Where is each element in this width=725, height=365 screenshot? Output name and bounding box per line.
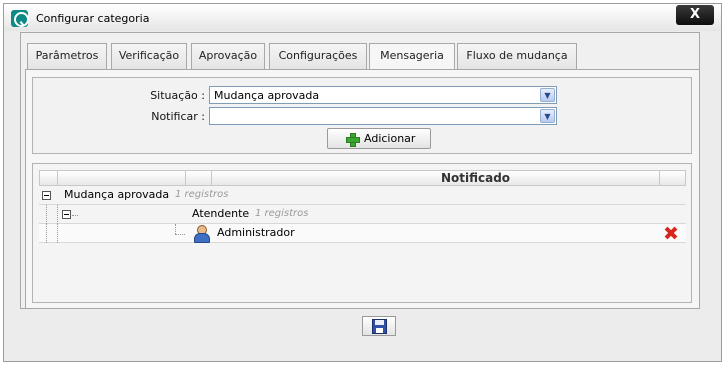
table-row[interactable]: Administrador xyxy=(39,224,686,243)
floppy-disk-icon xyxy=(372,319,387,334)
app-logo-icon xyxy=(11,10,29,27)
chevron-down-icon[interactable]: ▼ xyxy=(540,88,555,102)
notificar-select[interactable]: ▼ xyxy=(209,107,557,125)
group-count: 1 registros xyxy=(175,189,229,200)
column-header-notificado[interactable]: Notificado xyxy=(252,171,699,186)
situacao-select-value: Mudança aprovada xyxy=(214,89,320,102)
add-button[interactable]: Adicionar xyxy=(327,128,431,149)
grid-header: Notificado xyxy=(39,170,686,186)
chevron-down-icon[interactable]: ▼ xyxy=(540,109,555,123)
title-bar: Configurar categoria X xyxy=(4,4,721,31)
collapse-minus-icon[interactable] xyxy=(62,210,71,219)
subgroup-label: Atendente xyxy=(192,207,250,220)
tab-configuracoes[interactable]: Configurações xyxy=(269,43,367,69)
tab-parametros[interactable]: Parâmetros xyxy=(27,43,107,69)
situacao-label: Situação : xyxy=(150,89,205,102)
grid-header-cell xyxy=(40,171,58,185)
user-icon xyxy=(192,224,210,243)
plus-icon xyxy=(346,133,360,147)
close-button[interactable]: X xyxy=(676,5,714,25)
dialog-title: Configurar categoria xyxy=(36,12,150,25)
tab-verificacao[interactable]: Verificação xyxy=(111,43,187,69)
group-row[interactable]: Mudança aprovada 1 registros xyxy=(39,186,686,205)
tree-line xyxy=(175,234,185,235)
grid-header-cell xyxy=(659,171,660,185)
tree-line xyxy=(57,205,58,224)
delete-icon[interactable] xyxy=(664,226,678,240)
tree-line xyxy=(57,224,58,243)
tab-mensageria[interactable]: Mensageria xyxy=(369,43,455,70)
tree-line xyxy=(46,224,47,243)
subgroup-row[interactable]: Atendente 1 registros xyxy=(39,205,686,224)
notificar-label: Notificar : xyxy=(151,110,205,123)
group-label: Mudança aprovada xyxy=(64,188,170,201)
situacao-select[interactable]: Mudança aprovada ▼ xyxy=(209,86,557,104)
grid-header-cell xyxy=(58,171,186,185)
grid-header-cell xyxy=(186,171,212,185)
tab-fluxo-de-mudanca[interactable]: Fluxo de mudança xyxy=(457,43,577,69)
save-button[interactable] xyxy=(362,316,396,336)
tab-aprovacao[interactable]: Aprovação xyxy=(191,43,265,69)
subgroup-count: 1 registros xyxy=(255,208,309,219)
user-name: Administrador xyxy=(217,226,295,239)
tree-line xyxy=(46,205,47,224)
tree-line xyxy=(72,215,78,216)
collapse-minus-icon[interactable] xyxy=(42,191,51,200)
add-button-label: Adicionar xyxy=(364,132,416,145)
tree-line xyxy=(175,224,176,234)
